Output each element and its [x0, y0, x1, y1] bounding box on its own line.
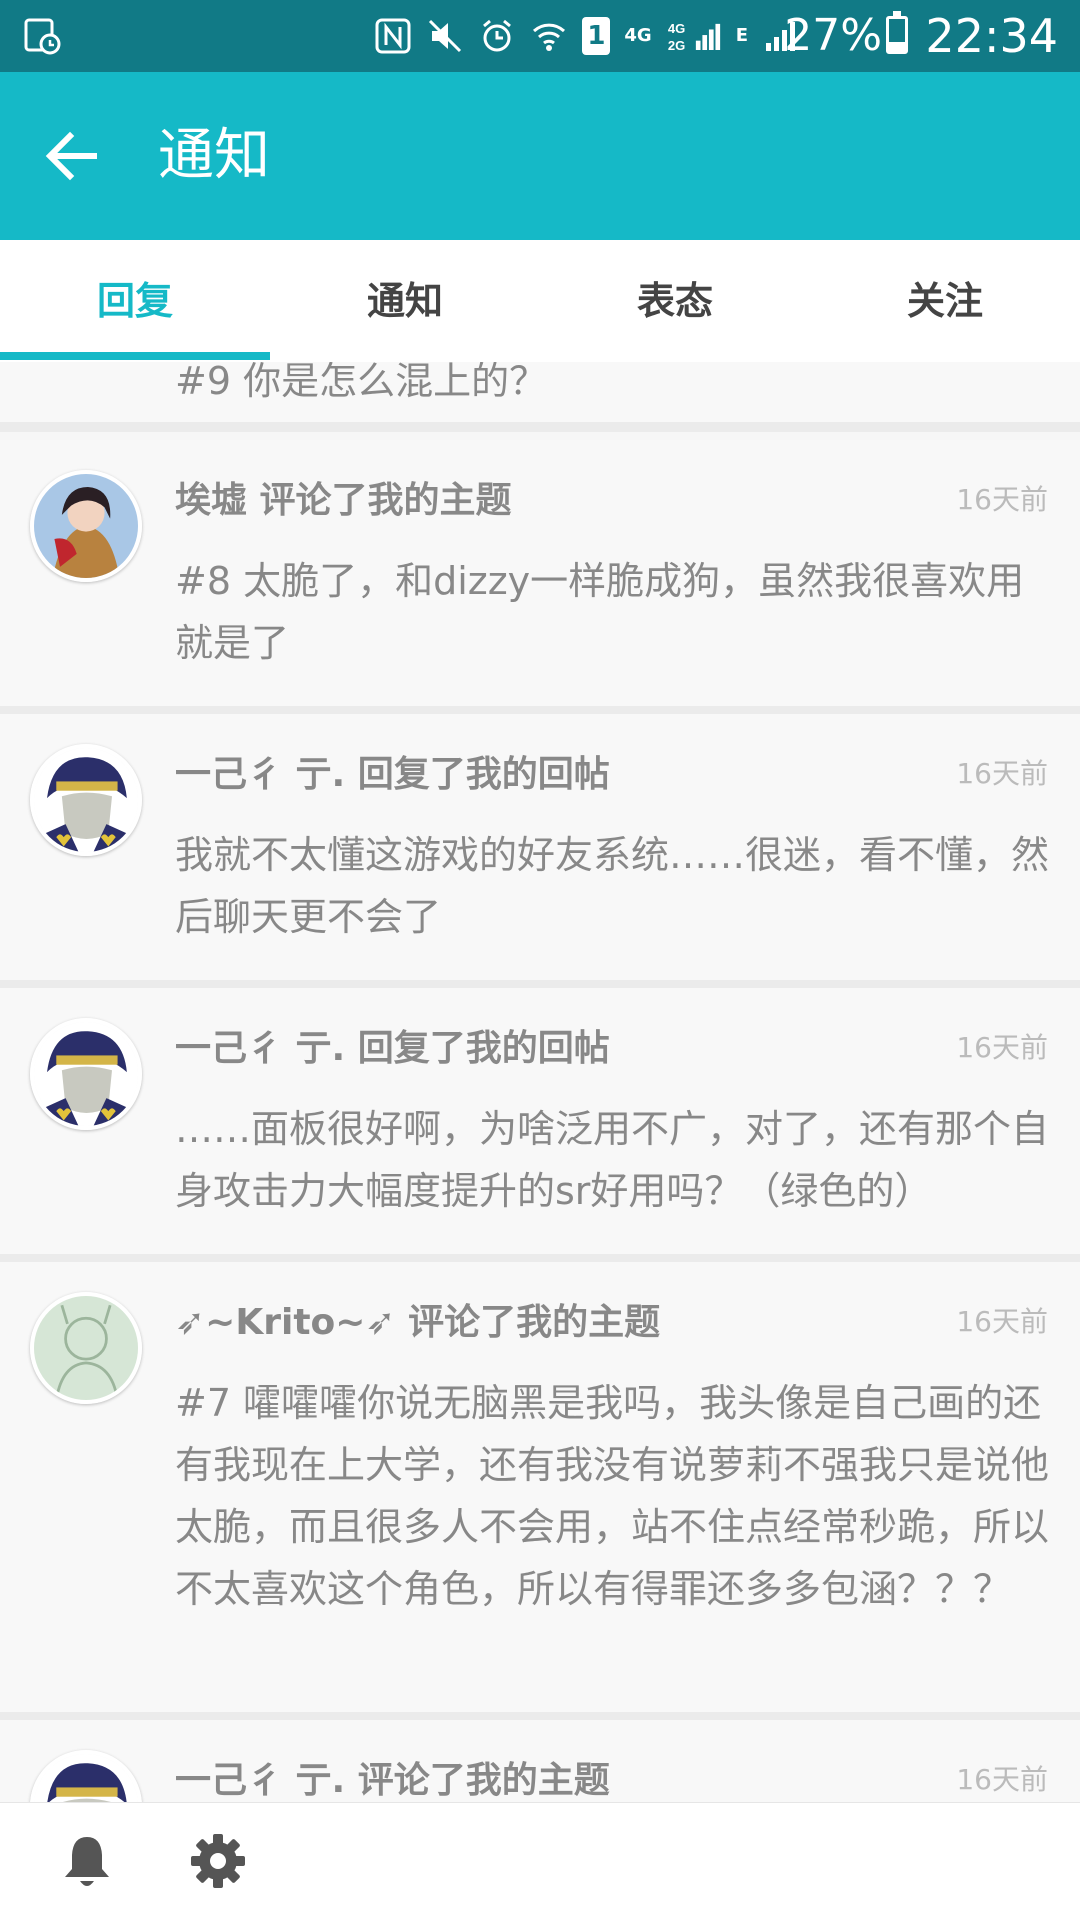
wifi-icon — [533, 23, 566, 51]
josuke-avatar[interactable] — [30, 1750, 142, 1802]
item-body: ……面板很好啊，为啥泛用不广，对了，还有那个自身攻击力大幅度提升的sr好用吗？（… — [175, 1107, 1050, 1213]
nfc-icon — [375, 18, 411, 54]
signal-4g-2g-icon: 4G 2G — [668, 21, 720, 53]
bell-icon[interactable] — [62, 1833, 112, 1891]
sim-slot-number: 1 — [587, 21, 606, 51]
item-time: 16天前 — [956, 1763, 1048, 1796]
item-time: 16天前 — [956, 483, 1048, 516]
app-bar: 通知 — [0, 72, 1080, 240]
alarm-icon — [483, 19, 512, 52]
svg-text:4G: 4G — [668, 21, 685, 36]
item-body: #7 嚯嚯嚯你说无脑黑是我吗，我头像是自己画的还有我现在上大学，还有我没有说萝莉… — [175, 1381, 1050, 1611]
list-item[interactable]: 埃墟 评论了我的主题 16天前 #8 太脆了，和dizzy一样脆成狗，虽然我很喜… — [0, 440, 1080, 716]
svg-text:2G: 2G — [668, 38, 685, 53]
list-item[interactable]: #9 你是怎么混上的？ — [0, 362, 1080, 432]
page-title: 通知 — [158, 123, 270, 188]
clock: 22:34 — [925, 9, 1058, 63]
notification-list[interactable]: #9 你是怎么混上的？ 埃墟 评论了我的主题 16天前 #8 太脆了，和dizz… — [0, 362, 1080, 1802]
list-item[interactable]: 一己彳 亍. 回复了我的回帖 16天前 我就不太懂这游戏的好友系统……很迷，看不… — [0, 714, 1080, 990]
status-bar: 1 4G 4G 2G E 27% 22:34 — [0, 0, 1080, 72]
battery-icon — [886, 11, 908, 54]
battery-percent: 27% — [784, 10, 882, 61]
item-title: 一己彳 亍. 回复了我的回帖 — [175, 1028, 610, 1069]
item-time: 16天前 — [956, 757, 1048, 790]
sim-slot-icon: 1 — [582, 17, 611, 55]
item-title: 一己彳 亍. 评论了我的主题 — [175, 1760, 610, 1801]
status-icons: 1 4G 4G 2G E — [374, 12, 800, 60]
active-tab-indicator — [0, 352, 270, 360]
network-4g-label: 4G — [624, 25, 652, 46]
item-body: #8 太脆了，和dizzy一样脆成狗，虽然我很喜欢用就是了 — [175, 559, 1025, 665]
list-item[interactable]: 一己彳 亍. 回复了我的回帖 16天前 ……面板很好啊，为啥泛用不广，对了，还有… — [0, 988, 1080, 1264]
item-body: 我就不太懂这游戏的好友系统……很迷，看不懂，然后聊天更不会了 — [175, 833, 1050, 939]
item-title: 埃墟 评论了我的主题 — [175, 480, 512, 521]
list-item[interactable]: ➶~Krito~➶ 评论了我的主题 16天前 #7 嚯嚯嚯你说无脑黑是我吗，我头… — [0, 1262, 1080, 1722]
tab-replies[interactable]: 回复 — [0, 240, 270, 362]
sketch-avatar[interactable] — [30, 1292, 142, 1404]
bottom-bar — [0, 1802, 1080, 1920]
item-body: #9 你是怎么混上的？ — [175, 362, 548, 403]
gear-icon[interactable] — [190, 1833, 246, 1889]
back-arrow-icon[interactable] — [40, 124, 104, 188]
item-time: 16天前 — [956, 1305, 1048, 1338]
item-title: 一己彳 亍. 回复了我的回帖 — [175, 754, 610, 795]
tab-notifications[interactable]: 通知 — [270, 240, 540, 362]
list-item[interactable]: 一己彳 亍. 评论了我的主题 16天前 — [0, 1720, 1080, 1802]
screen-time-icon — [24, 18, 61, 55]
josuke-avatar[interactable] — [30, 744, 142, 856]
tab-bar: 回复 通知 表态 关注 — [0, 240, 1080, 362]
item-title: ➶~Krito~➶ 评论了我的主题 — [175, 1302, 661, 1343]
tab-reactions[interactable]: 表态 — [540, 240, 810, 362]
mute-icon — [429, 19, 462, 53]
network-e-label: E — [735, 25, 748, 46]
anime-girl-avatar[interactable] — [30, 470, 142, 582]
item-time: 16天前 — [956, 1031, 1048, 1064]
tab-following[interactable]: 关注 — [810, 240, 1080, 362]
josuke-avatar[interactable] — [30, 1018, 142, 1130]
